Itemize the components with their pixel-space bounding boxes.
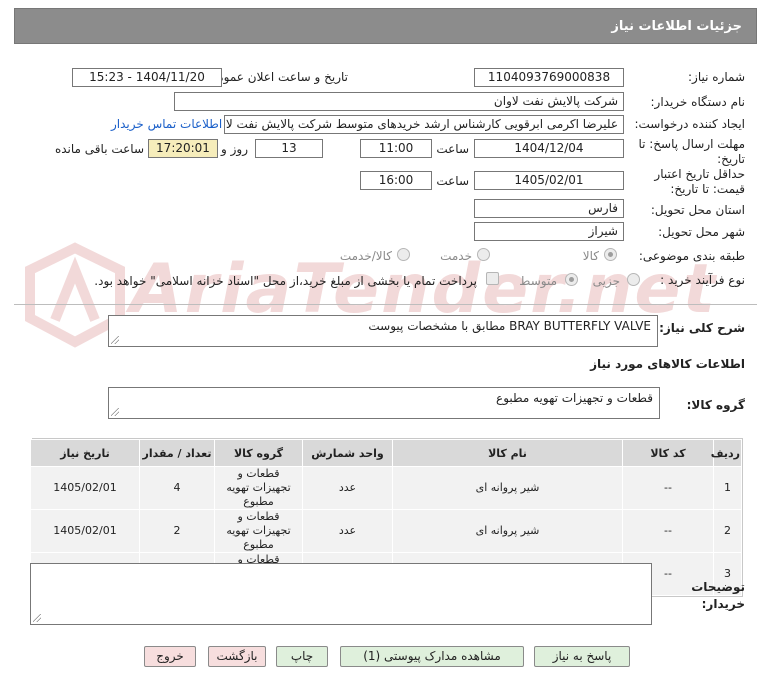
need-number-label: شماره نیاز:: [688, 70, 745, 84]
announce-date-label: تاریخ و ساعت اعلان عمومی:: [203, 70, 348, 84]
cell-row-no: 2: [713, 509, 742, 553]
requester-field: علیرضا اکرمی ابرقویی کارشناس ارشد خریدها…: [224, 115, 624, 134]
category-radio-service[interactable]: [477, 248, 490, 261]
category-radio-goods-service[interactable]: [397, 248, 410, 261]
remaining-time-label: ساعت باقی مانده: [54, 142, 144, 156]
cell-quantity: 4: [139, 466, 215, 510]
col-header-group: گروه کالا: [214, 439, 303, 467]
process-option-minor: جزیی: [592, 274, 620, 288]
resize-handle-icon[interactable]: [33, 614, 41, 622]
col-header-unit: واحد شمارش: [302, 439, 393, 467]
cell-row-no: 1: [713, 466, 742, 510]
goods-group-text: قطعات و تجهیزات تهویه مطبوع: [496, 391, 653, 405]
need-details-page: جزئیات اطلاعات نیاز AriaTender.net شماره…: [0, 0, 761, 682]
province-field: فارس: [474, 199, 624, 218]
page-header: جزئیات اطلاعات نیاز: [14, 8, 757, 44]
category-radio-goods[interactable]: [604, 248, 617, 261]
resize-handle-icon[interactable]: [111, 408, 119, 416]
process-option-medium: متوسط: [519, 274, 557, 288]
back-button[interactable]: بازگشت: [208, 646, 266, 667]
buyer-contact-link[interactable]: اطلاعات تماس خریدار: [111, 117, 222, 131]
need-number-field: 1104093769000838: [474, 68, 624, 87]
validity-time-field: 16:00: [360, 171, 432, 190]
province-label: استان محل تحویل:: [650, 203, 745, 217]
col-header-row-no: ردیف: [711, 439, 742, 467]
category-option-goods: کالا: [582, 249, 599, 263]
deadline-time-field: 11:00: [360, 139, 432, 158]
cell-need-date: 1405/02/01: [30, 509, 140, 553]
process-radio-minor[interactable]: [627, 273, 640, 286]
treasury-payment-checkbox[interactable]: [486, 272, 499, 285]
announce-date-field: 1404/11/20 - 15:23: [72, 68, 222, 87]
reply-button[interactable]: پاسخ به نیاز: [534, 646, 630, 667]
remaining-time-field: 17:20:01: [148, 139, 218, 158]
cell-item-code: --: [622, 509, 714, 553]
cell-unit: عدد: [302, 466, 393, 510]
description-text: BRAY BUTTERFLY VALVE مطابق با مشخصات پیو…: [368, 319, 651, 333]
city-field: شیراز: [474, 222, 624, 241]
resize-handle-icon[interactable]: [111, 336, 119, 344]
treasury-payment-note: پرداخت تمام یا بخشی از مبلغ خرید،از محل …: [94, 274, 477, 288]
view-attachments-button[interactable]: مشاهده مدارک پیوستی (1): [340, 646, 524, 667]
validity-time-label: ساعت: [436, 174, 469, 188]
validity-date-field: 1405/02/01: [474, 171, 624, 190]
cell-quantity: 2: [139, 509, 215, 553]
remaining-days-field: 13: [255, 139, 323, 158]
col-header-item-code: کد کالا: [622, 439, 714, 467]
buyer-notes-field: [30, 563, 652, 625]
cell-item-name: شیر پروانه ای: [392, 509, 623, 553]
category-option-goods-service: کالا/خدمت: [339, 249, 392, 263]
buyer-notes-label-line2: خریدار:: [701, 597, 745, 611]
validity-label: حداقل تاریخ اعتبار: [654, 167, 745, 181]
category-label: طبقه بندی موضوعی:: [638, 249, 745, 263]
category-option-service: خدمت: [440, 249, 472, 263]
buyer-org-field: شرکت پالایش نفت لاوان: [174, 92, 624, 111]
requester-label: ایجاد کننده درخواست:: [634, 117, 745, 131]
col-header-need-date: تاریخ نیاز: [30, 439, 140, 467]
cell-need-date: 1405/02/01: [30, 466, 140, 510]
col-header-quantity: تعداد / مقدار: [139, 439, 215, 467]
cell-item-name: شیر پروانه ای: [392, 466, 623, 510]
deadline-label-line2: تاریخ:: [717, 152, 745, 166]
deadline-date-field: 1404/12/04: [474, 139, 624, 158]
city-label: شهر محل تحویل:: [658, 225, 745, 239]
deadline-label: مهلت ارسال پاسخ: تا: [638, 137, 745, 151]
buyer-notes-label: توضیحات: [691, 580, 745, 594]
days-label: روز و: [221, 142, 248, 156]
goods-section-title: اطلاعات کالاهای مورد نیاز: [590, 357, 745, 371]
cell-group: قطعات و تجهیزات تهویه مطبوع: [214, 509, 303, 553]
table-row: 1 -- شیر پروانه ای عدد قطعات و تجهیزات ت…: [30, 466, 742, 510]
goods-group-label: گروه کالا:: [686, 398, 745, 412]
table-row: 2 -- شیر پروانه ای عدد قطعات و تجهیزات ت…: [30, 509, 742, 553]
col-header-item-name: نام کالا: [392, 439, 623, 467]
page-title: جزئیات اطلاعات نیاز: [611, 18, 742, 34]
cell-group: قطعات و تجهیزات تهویه مطبوع: [214, 466, 303, 510]
cell-item-code: --: [622, 466, 714, 510]
buyer-org-label: نام دستگاه خریدار:: [650, 95, 746, 109]
validity-label-line2: قیمت: تا تاریخ:: [670, 182, 745, 196]
section-divider: [14, 304, 757, 305]
print-button[interactable]: چاپ: [276, 646, 328, 667]
purchase-process-label: نوع فرآیند خرید :: [660, 273, 745, 287]
table-header-row: ردیف کد کالا نام کالا واحد شمارش گروه کا…: [30, 439, 742, 467]
deadline-time-label: ساعت: [436, 142, 469, 156]
exit-button[interactable]: خروج: [144, 646, 196, 667]
cell-unit: عدد: [302, 509, 393, 553]
goods-group-field: قطعات و تجهیزات تهویه مطبوع: [108, 387, 660, 419]
description-field: BRAY BUTTERFLY VALVE مطابق با مشخصات پیو…: [108, 315, 658, 347]
description-label: شرح کلی نیاز:: [659, 321, 745, 335]
process-radio-medium[interactable]: [565, 273, 578, 286]
